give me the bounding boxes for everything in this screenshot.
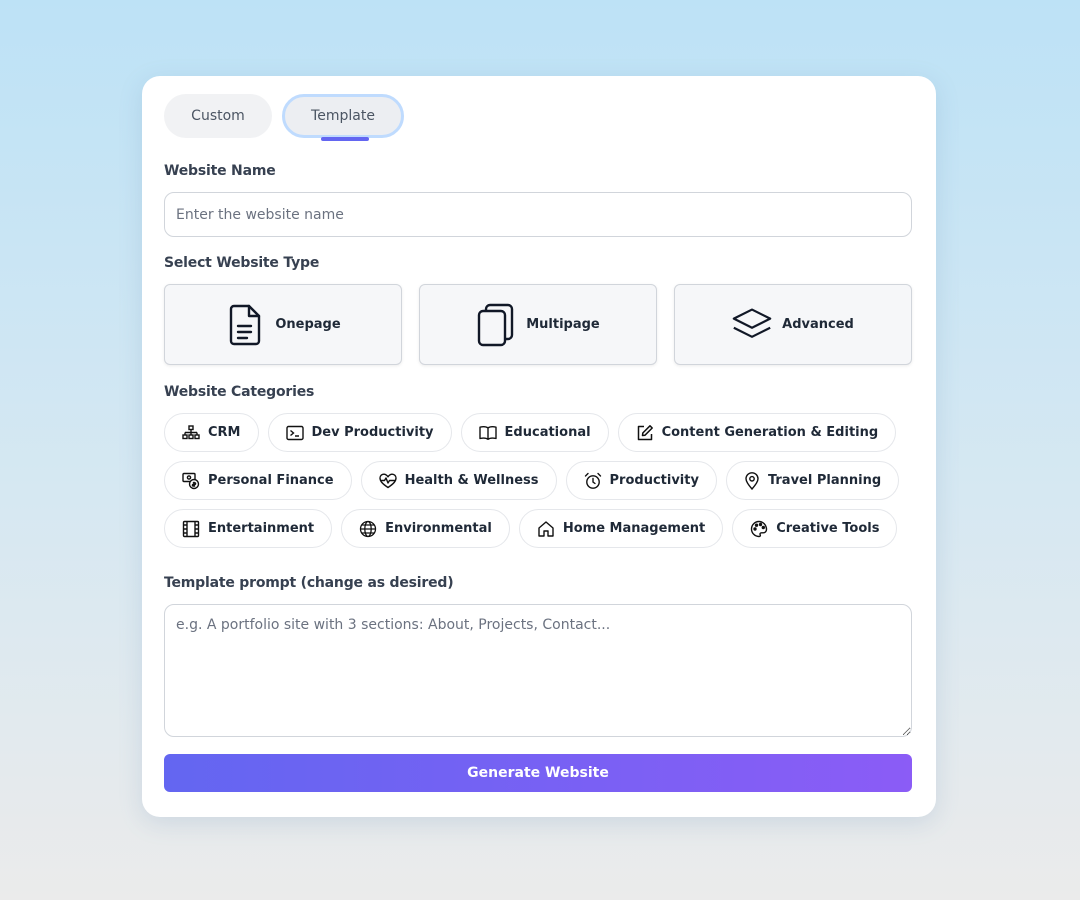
category-educational[interactable]: Educational [460, 413, 609, 452]
type-advanced-label: Advanced [782, 317, 854, 332]
category-chips: CRM Dev Productivity Educational Content… [164, 413, 924, 557]
website-type-label: Select Website Type [164, 255, 320, 271]
document-icon [225, 303, 265, 347]
palette-icon [751, 520, 768, 537]
website-name-input[interactable] [164, 192, 912, 237]
template-prompt-textarea[interactable] [164, 604, 912, 737]
categories-label: Website Categories [164, 384, 315, 400]
category-personal-finance-label: Personal Finance [208, 473, 334, 488]
category-home-management-label: Home Management [562, 521, 706, 536]
category-content-generation-label: Content Generation & Editing [661, 425, 879, 440]
category-educational-label: Educational [504, 425, 591, 440]
finance-icon [182, 472, 200, 489]
book-icon [478, 425, 497, 440]
category-health-wellness-label: Health & Wellness [404, 473, 539, 488]
globe-icon [359, 520, 377, 537]
org-chart-icon [182, 424, 200, 439]
category-creative-tools[interactable]: Creative Tools [732, 509, 898, 548]
layers-icon [732, 303, 772, 347]
category-personal-finance[interactable]: Personal Finance [164, 461, 352, 500]
category-dev-productivity-label: Dev Productivity [311, 425, 434, 440]
template-prompt-label: Template prompt (change as desired) [164, 575, 454, 591]
category-productivity-label: Productivity [609, 473, 699, 488]
category-travel-planning-label: Travel Planning [767, 473, 882, 488]
type-onepage-label: Onepage [275, 317, 341, 332]
category-dev-productivity[interactable]: Dev Productivity [267, 413, 452, 452]
film-icon [182, 520, 200, 537]
category-crm-label: CRM [208, 425, 241, 440]
category-entertainment-label: Entertainment [208, 521, 315, 536]
heart-pulse-icon [378, 473, 397, 488]
category-environmental-label: Environmental [385, 521, 492, 536]
terminal-icon [285, 425, 304, 440]
category-environmental[interactable]: Environmental [341, 509, 510, 548]
category-productivity[interactable]: Productivity [565, 461, 717, 500]
tab-custom[interactable]: Custom [164, 94, 272, 138]
edit-icon [637, 424, 653, 440]
type-onepage-button[interactable]: Onepage [164, 284, 402, 365]
type-multipage-button[interactable]: Multipage [419, 284, 657, 365]
category-travel-planning[interactable]: Travel Planning [725, 461, 900, 500]
type-multipage-label: Multipage [526, 317, 600, 332]
copy-pages-icon [476, 303, 516, 347]
category-creative-tools-label: Creative Tools [776, 521, 880, 536]
website-type-options: Onepage Multipage Advanced [164, 284, 912, 365]
type-advanced-button[interactable]: Advanced [674, 284, 912, 365]
category-content-generation[interactable]: Content Generation & Editing [617, 413, 897, 452]
category-home-management[interactable]: Home Management [518, 509, 724, 548]
category-crm[interactable]: CRM [164, 413, 259, 452]
website-name-label: Website Name [164, 163, 276, 179]
mode-tabs: Custom Template [164, 94, 404, 141]
category-entertainment[interactable]: Entertainment [164, 509, 333, 548]
category-health-wellness[interactable]: Health & Wellness [360, 461, 557, 500]
website-generator-card: Custom Template Website Name Select Webs… [142, 76, 936, 817]
home-icon [538, 520, 554, 537]
tab-template[interactable]: Template [282, 94, 404, 141]
generate-website-button[interactable]: Generate Website [164, 754, 912, 792]
alarm-clock-icon [584, 472, 601, 489]
map-pin-icon [745, 471, 759, 490]
